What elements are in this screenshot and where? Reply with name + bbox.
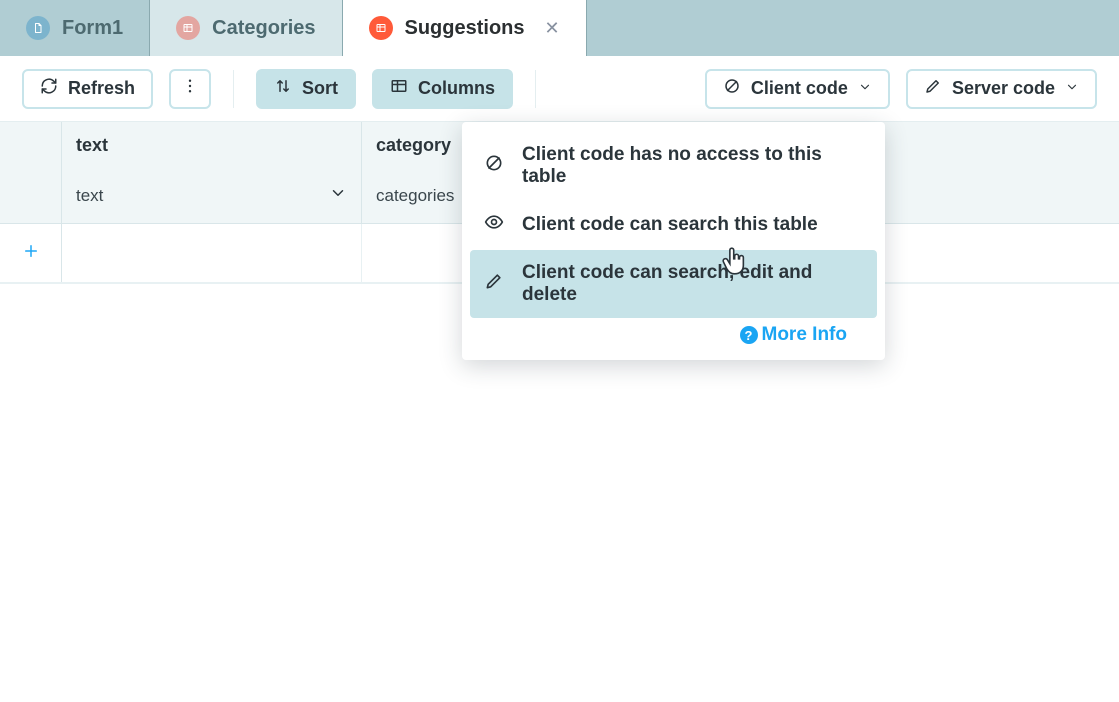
plus-icon — [22, 240, 40, 266]
close-icon[interactable]: ✕ — [545, 18, 560, 39]
pencil-icon — [924, 77, 942, 100]
columns-icon — [390, 77, 408, 100]
tab-categories[interactable]: Categories — [150, 0, 342, 56]
chevron-down-icon — [1065, 78, 1079, 99]
add-row-icon[interactable] — [0, 224, 62, 282]
dropdown-option-no-access[interactable]: Client code has no access to this table — [470, 132, 877, 200]
columns-button[interactable]: Columns — [372, 69, 513, 109]
tab-label: Form1 — [62, 17, 123, 40]
refresh-icon — [40, 77, 58, 100]
refresh-button[interactable]: Refresh — [22, 69, 153, 109]
client-code-button[interactable]: Client code — [705, 69, 890, 109]
ban-icon — [484, 153, 504, 179]
tab-suggestions[interactable]: Suggestions ✕ — [343, 0, 587, 56]
column-header-label: category — [376, 135, 451, 156]
tab-label: Suggestions — [405, 17, 525, 40]
dropdown-option-search[interactable]: Client code can search this table — [470, 200, 877, 250]
eye-icon — [484, 212, 504, 238]
column-type-label: categories — [376, 186, 454, 206]
column-type-label: text — [76, 186, 103, 206]
toolbar: Refresh Sort Columns Client code Se — [0, 56, 1119, 122]
refresh-label: Refresh — [68, 78, 135, 99]
row-gutter — [0, 168, 62, 223]
file-icon — [26, 16, 50, 40]
dropdown-option-label: Client code can search this table — [522, 214, 818, 236]
ban-icon — [723, 77, 741, 100]
table-icon — [176, 16, 200, 40]
row-gutter — [0, 122, 62, 168]
sort-button[interactable]: Sort — [256, 69, 356, 109]
sort-label: Sort — [302, 78, 338, 99]
chevron-down-icon — [858, 78, 872, 99]
chevron-down-icon — [329, 184, 347, 207]
column-type-selector[interactable]: text — [62, 168, 362, 223]
columns-label: Columns — [418, 78, 495, 99]
tab-bar: Form1 Categories Suggestions ✕ — [0, 0, 1119, 56]
column-header-label: text — [76, 135, 108, 156]
client-code-dropdown: Client code has no access to this table … — [462, 122, 885, 360]
pencil-icon — [484, 271, 504, 297]
dropdown-more-info[interactable]: ? More Info — [470, 318, 877, 348]
dropdown-option-label: Client code can search, edit and delete — [522, 262, 863, 306]
server-code-button[interactable]: Server code — [906, 69, 1097, 109]
help-icon: ? — [740, 326, 758, 344]
tab-label: Categories — [212, 17, 315, 40]
separator — [233, 70, 234, 108]
server-code-label: Server code — [952, 78, 1055, 99]
sort-icon — [274, 77, 292, 100]
column-header-text[interactable]: text — [62, 122, 362, 168]
tab-form1[interactable]: Form1 — [0, 0, 150, 56]
dropdown-option-label: Client code has no access to this table — [522, 144, 863, 188]
dropdown-option-edit-delete[interactable]: Client code can search, edit and delete — [470, 250, 877, 318]
client-code-label: Client code — [751, 78, 848, 99]
more-info-label: More Info — [762, 324, 848, 346]
separator — [535, 70, 536, 108]
dots-vertical-icon — [181, 77, 199, 100]
empty-cell[interactable] — [62, 224, 362, 282]
more-menu-button[interactable] — [169, 69, 211, 109]
table-icon — [369, 16, 393, 40]
